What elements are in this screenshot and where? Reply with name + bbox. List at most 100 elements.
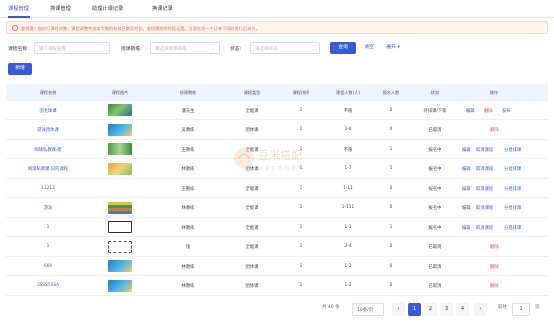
table-row: 666 林教练 团体课 1 1-2 0 已取消 删除 (6, 257, 548, 276)
prev-page-button[interactable]: ‹ (392, 303, 405, 316)
course-type-cell: 团体课 (245, 167, 259, 172)
course-thumbnail (108, 104, 132, 116)
edit-link[interactable]: 编辑 (462, 147, 471, 153)
cancel-course-link[interactable]: 取消课程 (476, 147, 493, 153)
cancel-course-link[interactable]: 取消课程 (476, 186, 493, 192)
batch-schedule-link[interactable]: 分批排课 (504, 147, 521, 153)
course-name-link[interactable]: 3SSS5SSA (20, 283, 76, 288)
cancel-course-link[interactable]: 取消课程 (476, 205, 493, 211)
table-row: 1 钱 全能课 1 3-4 0 已取消 删除 (6, 238, 548, 257)
enrolled-cell: 0 (389, 185, 393, 191)
course-thumbnail (108, 162, 132, 175)
coach-cell: 钱 (185, 245, 191, 250)
active-tab-indicator (8, 16, 30, 18)
teacher-label: 授课教练: (121, 47, 142, 52)
page-button-1[interactable]: 1 (408, 303, 421, 316)
course-name-link[interactable]: 1 (20, 244, 76, 249)
goto-page-input[interactable]: 1 (512, 303, 530, 316)
delete-link[interactable]: 删除 (490, 244, 499, 250)
chevron-down-icon: ⌄ (211, 46, 215, 51)
tab-course-management[interactable]: 课程管理 (8, 5, 29, 12)
course-thumbnail (108, 240, 132, 253)
course-thumbnail (108, 260, 132, 272)
course-name-label: 课程名称: (8, 47, 29, 52)
batch-schedule-link[interactable]: 分批排课 (504, 166, 521, 172)
course-name-link[interactable]: 666 (20, 264, 76, 269)
coach-cell: 王教练 (181, 147, 195, 153)
sort-cell: 1 (299, 263, 303, 269)
course-name-link[interactable]: 11212 (20, 186, 76, 191)
search-button[interactable]: 查询 (330, 42, 356, 54)
course-name-link[interactable]: 游泳 (20, 205, 76, 211)
table-row: 游泳 林教练 全能课 1 1-111 0 报名中 编辑 取消课程 分批排课 (6, 199, 548, 218)
column-header: 授课教练 (179, 90, 197, 95)
delete-link[interactable]: 删除 (490, 264, 499, 270)
course-thumbnail (108, 221, 132, 233)
edit-link[interactable]: 编辑 (462, 225, 471, 231)
course-name-link[interactable]: 游泳团体课 (20, 127, 76, 133)
expand-link[interactable]: 展开 ▾ (381, 42, 405, 54)
course-name-link[interactable]: 网球私教课-旧的课程 (20, 166, 76, 172)
course-name-link[interactable]: 1 (20, 225, 76, 230)
column-header: 状态 (430, 90, 440, 95)
coach-cell: 林教练 (181, 225, 195, 231)
coach-cell: 潘先生 (181, 108, 195, 114)
cancel-course-link[interactable]: 取消课程 (476, 225, 493, 231)
table-row: 3SSS5SSA 林教练 团体课 1 1-2 0 已取消 删除 (6, 277, 548, 296)
capacity-cell: 1-7 (344, 166, 352, 171)
sort-cell: 1 (299, 107, 303, 113)
teacher-select[interactable]: 请选择授课教练 ⌄ (150, 42, 220, 54)
page-button-2[interactable]: 2 (424, 303, 437, 316)
status-label: 状态: (230, 47, 242, 52)
coach-cell: 吴教练 (181, 128, 195, 133)
batch-schedule-link[interactable]: 分批排课 (504, 186, 521, 192)
course-thumbnail (108, 143, 132, 155)
sort-cell: 1 (299, 185, 303, 191)
status-select[interactable]: 请选择状态 ⌄ (250, 42, 320, 54)
capacity-cell: 1-2 (344, 263, 352, 269)
status-cell: 报名中 (428, 225, 442, 231)
reset-button[interactable]: 清空 (362, 42, 376, 54)
sort-cell: 1 (299, 146, 303, 152)
course-name-input[interactable]: 输入课程名称 (34, 42, 110, 54)
status-cell: 已取消 (428, 264, 442, 270)
teacher-select-placeholder: 请选择授课教练 (155, 47, 187, 52)
batch-schedule-link[interactable]: 分批排课 (504, 205, 521, 211)
delete-link[interactable]: 删除 (490, 283, 499, 289)
delete-link[interactable]: 删除 (490, 127, 499, 133)
chevron-right-icon: › (479, 307, 482, 312)
tab-assistant-records[interactable]: 助理计课记录 (92, 5, 123, 12)
status-cell: 待排课/下架 (423, 108, 447, 114)
page-button-3[interactable]: 3 (440, 303, 453, 316)
batch-schedule-link[interactable]: 分批排课 (504, 225, 521, 231)
edit-link[interactable]: 编辑 (466, 108, 475, 114)
edit-link[interactable]: 编辑 (462, 186, 471, 192)
course-name-link[interactable]: 羽毛球课 (20, 108, 76, 114)
sort-cell: 1 (299, 244, 303, 249)
enrolled-cell: 0 (389, 107, 393, 113)
enrolled-cell: 1 (389, 224, 393, 230)
chevron-down-icon: ▾ (395, 45, 400, 50)
status-select-placeholder: 请选择状态 (255, 47, 278, 52)
chevron-down-icon: ⌄ (311, 46, 315, 51)
tab-swap-records[interactable]: 换课记录 (152, 5, 173, 12)
status-cell: 报名中 (428, 206, 442, 211)
next-page-button[interactable]: › (474, 303, 487, 316)
cancel-course-link[interactable]: 取消课程 (476, 166, 493, 172)
table-row: 游泳团体课 吴教练 团体课 1 3-6 0 已取消 删除 (6, 121, 548, 140)
tab-schedule-management[interactable]: 排课管理 (50, 5, 71, 12)
page-size-select[interactable]: 10条/页 (352, 303, 384, 316)
course-type-cell: 全能课 (245, 147, 259, 153)
edit-link[interactable]: 编辑 (462, 205, 471, 211)
publish-link[interactable]: 发布 (502, 108, 511, 114)
status-cell: 已取消 (428, 284, 442, 289)
page-button-4[interactable]: 4 (456, 303, 469, 316)
table-row: 1 林教练 全能课 1 1-1 1 报名中 编辑 取消课程 分批排课 (6, 218, 548, 237)
add-button[interactable]: 新增 (8, 63, 32, 75)
delete-link[interactable]: 删除 (484, 108, 493, 114)
capacity-cell: 1-1 (344, 224, 352, 230)
enrolled-cell: 0 (389, 127, 393, 132)
edit-link[interactable]: 编辑 (462, 166, 471, 172)
status-cell: 已取消 (428, 245, 442, 250)
course-name-link[interactable]: 网球私教课-新 (20, 147, 76, 153)
